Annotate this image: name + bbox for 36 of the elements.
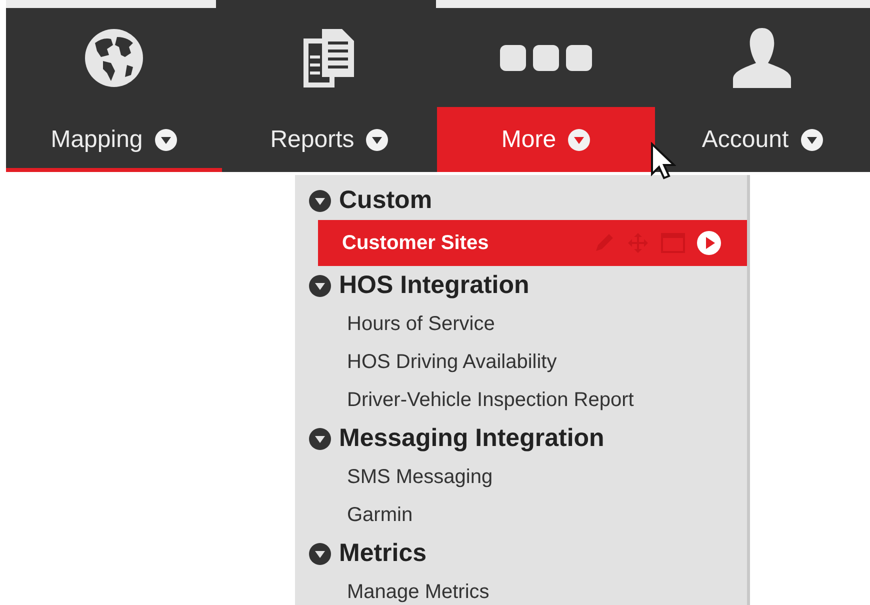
menu-group-header[interactable]: Metrics — [295, 534, 747, 573]
globe-icon[interactable] — [82, 26, 145, 88]
menu-item-label: Customer Sites — [342, 232, 490, 254]
menu-item-label: Hours of Service — [347, 312, 496, 336]
caret-down-icon — [568, 128, 590, 150]
menu-item-label: Garmin — [347, 504, 414, 526]
nav-tab[interactable]: Account — [654, 107, 870, 172]
caret-down-icon — [309, 542, 331, 564]
menu-group-header[interactable]: Custom — [295, 181, 747, 220]
menu-group-header[interactable]: Messaging Integration — [295, 419, 747, 458]
menu-item-label: Manage Metrics — [347, 580, 490, 604]
more-icon[interactable] — [500, 44, 592, 72]
person-icon[interactable] — [731, 26, 794, 90]
caret-down-icon — [366, 128, 388, 150]
menu-group-header[interactable]: HOS Integration — [295, 266, 747, 305]
caret-down-icon — [154, 128, 177, 150]
caret-down-icon — [309, 190, 331, 212]
menu-item[interactable]: Garmin — [347, 496, 747, 534]
menu-item-label: SMS Messaging — [347, 466, 494, 488]
nav-tab[interactable]: More — [437, 107, 654, 172]
caret-down-icon — [800, 128, 823, 150]
menu-item[interactable]: Driver-Vehicle Inspection Report — [347, 381, 747, 419]
documents-icon[interactable] — [302, 26, 356, 88]
menu-item[interactable]: Customer Sites — [318, 220, 747, 266]
play-icon[interactable] — [697, 231, 721, 255]
caret-down-icon — [309, 274, 331, 296]
menu-item[interactable]: SMS Messaging — [347, 458, 747, 496]
cursor-icon — [650, 142, 676, 180]
menu-item-label: HOS Driving Availability — [347, 350, 558, 374]
nav-tab[interactable]: Mapping — [6, 107, 222, 172]
nav-tab[interactable]: Reports — [222, 107, 437, 172]
menu-item[interactable]: Manage Metrics — [347, 573, 747, 605]
menu-item[interactable]: Hours of Service — [347, 305, 747, 343]
caret-down-icon — [309, 428, 331, 450]
menu-item[interactable]: HOS Driving Availability — [347, 343, 747, 381]
menu-item-label: Driver-Vehicle Inspection Report — [347, 388, 635, 412]
